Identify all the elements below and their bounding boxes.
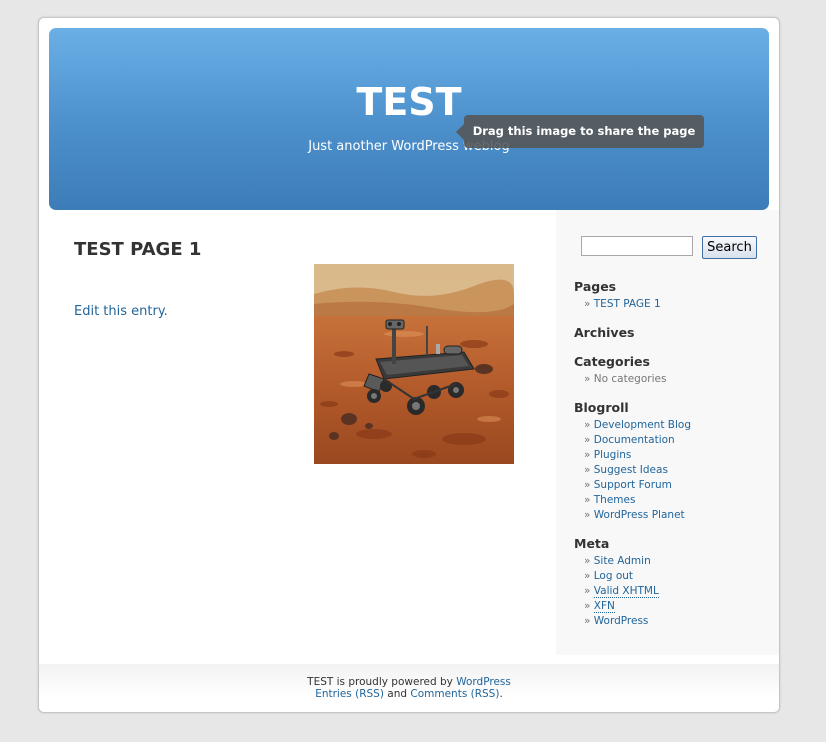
list-item: Plugins [584, 448, 774, 463]
search-button[interactable]: Search [702, 236, 757, 259]
blogroll-link-themes[interactable]: Themes [594, 494, 636, 506]
entries-rss-link[interactable]: Entries (RSS) [315, 688, 384, 700]
page-link-test-page-1[interactable]: TEST PAGE 1 [594, 298, 661, 310]
list-item: TEST PAGE 1 [584, 297, 774, 312]
categories-widget: Categories No categories [574, 354, 774, 387]
share-image-tooltip: Drag this image to share the page [456, 115, 704, 148]
meta-widget: Meta Site Admin Log out Valid XHTML XFN … [574, 536, 774, 629]
blogroll-link-support-forum[interactable]: Support Forum [594, 479, 672, 491]
page-container: TEST Just another WordPress weblog TEST … [38, 17, 780, 713]
archives-widget: Archives [574, 325, 774, 341]
archives-heading: Archives [574, 325, 635, 340]
footer-wordpress-link[interactable]: WordPress [456, 676, 511, 688]
categories-heading: Categories [574, 354, 650, 369]
pages-heading: Pages [574, 279, 617, 294]
footer-period: . [499, 688, 503, 700]
sidebar: Search Pages TEST PAGE 1 Archives Catego… [556, 210, 779, 655]
blogroll-link-documentation[interactable]: Documentation [594, 434, 675, 446]
list-item: WordPress Planet [584, 508, 774, 523]
footer-credit-text: TEST is proudly powered by [307, 676, 457, 688]
list-item: Log out [584, 569, 774, 584]
list-item: Documentation [584, 433, 774, 448]
post-image[interactable] [314, 264, 514, 464]
list-item: Suggest Ideas [584, 463, 774, 478]
meta-heading: Meta [574, 536, 610, 551]
blogroll-widget: Blogroll Development Blog Documentation … [574, 400, 774, 523]
no-categories-text: No categories [584, 372, 774, 387]
list-item: Support Forum [584, 478, 774, 493]
post-title: TEST PAGE 1 [74, 239, 202, 260]
meta-link-log-out[interactable]: Log out [594, 570, 633, 582]
main-content: TEST PAGE 1 Edit this entry. [39, 210, 556, 664]
meta-link-valid-xhtml[interactable]: Valid XHTML [593, 585, 659, 598]
list-item: Site Admin [584, 554, 774, 569]
list-item: WordPress [584, 614, 774, 629]
blogroll-link-plugins[interactable]: Plugins [594, 449, 632, 461]
comments-rss-link[interactable]: Comments (RSS) [410, 688, 499, 700]
pages-widget: Pages TEST PAGE 1 [574, 279, 774, 312]
blogroll-link-wordpress-planet[interactable]: WordPress Planet [594, 509, 685, 521]
site-footer: TEST is proudly powered by WordPress Ent… [39, 664, 779, 712]
blogroll-heading: Blogroll [574, 400, 629, 415]
meta-link-wordpress[interactable]: WordPress [594, 615, 649, 627]
list-item: Development Blog [584, 418, 774, 433]
meta-link-site-admin[interactable]: Site Admin [594, 555, 651, 567]
list-item: Valid XHTML [584, 584, 774, 599]
edit-entry-link[interactable]: Edit this entry. [74, 304, 168, 319]
list-item: Themes [584, 493, 774, 508]
blogroll-link-development-blog[interactable]: Development Blog [594, 419, 691, 431]
blogroll-link-suggest-ideas[interactable]: Suggest Ideas [594, 464, 668, 476]
footer-credit: TEST is proudly powered by WordPress [39, 664, 779, 688]
mars-rover-image [314, 264, 514, 464]
list-item: XFN [584, 599, 774, 614]
search-input[interactable] [581, 236, 693, 256]
meta-link-xfn[interactable]: XFN [593, 600, 615, 613]
footer-feeds: Entries (RSS) and Comments (RSS). [39, 688, 779, 700]
footer-and-text: and [383, 688, 411, 700]
